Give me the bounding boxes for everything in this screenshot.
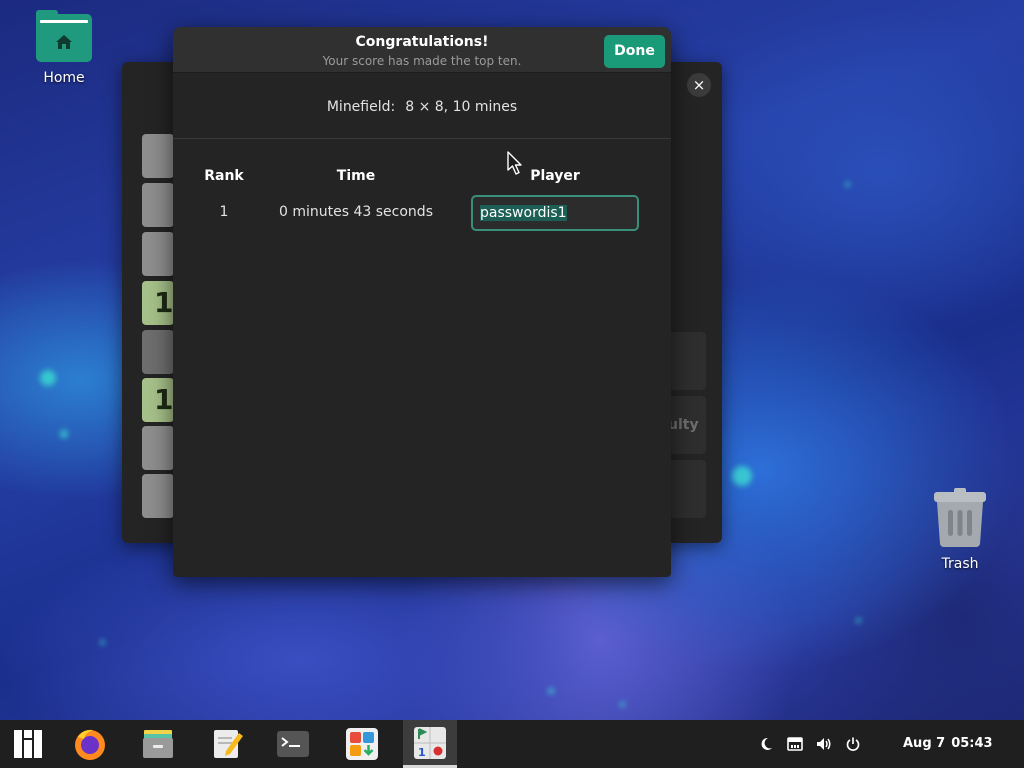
taskbar: 1 Aug 7 05:43: [0, 720, 1024, 768]
mines-difficulty-label: ulty: [668, 417, 699, 433]
terminal-icon: [277, 731, 309, 757]
column-header-rank: Rank: [204, 168, 244, 184]
network-icon[interactable]: [787, 736, 803, 752]
dialog-title: Congratulations!: [355, 34, 489, 50]
clock-time: 05:43: [951, 736, 993, 751]
taskbar-clock[interactable]: Aug 7 05:43: [903, 720, 993, 768]
minefield-value: 8 × 8, 10 mines: [405, 99, 518, 115]
manjaro-menu-icon: [14, 730, 42, 758]
mine-tile[interactable]: [142, 426, 174, 470]
desktop-icon-trash[interactable]: Trash: [915, 488, 1005, 572]
text-editor-icon: [214, 730, 243, 758]
score-time: 0 minutes 43 seconds: [279, 204, 433, 220]
mine-tile[interactable]: [142, 134, 174, 178]
desktop-label-home: Home: [43, 70, 85, 86]
minefield-label: Minefield:: [326, 99, 396, 115]
taskbar-text-editor[interactable]: [200, 720, 254, 768]
taskbar-software[interactable]: [335, 720, 389, 768]
mines-side-button[interactable]: [668, 332, 706, 390]
clock-date: Aug 7: [903, 736, 946, 751]
done-button[interactable]: Done: [604, 35, 665, 68]
mine-tile-flagged[interactable]: [142, 330, 174, 374]
high-scores-dialog: Congratulations! Your score has made the…: [173, 27, 671, 577]
mines-app-icon: 1: [414, 727, 446, 759]
column-header-time: Time: [336, 168, 376, 184]
minefield-info: Minefield: 8 × 8, 10 mines: [173, 99, 671, 115]
mine-tile[interactable]: [142, 232, 174, 276]
trash-icon: [932, 488, 988, 548]
dialog-header: Congratulations! Your score has made the…: [173, 27, 671, 73]
svg-text:1: 1: [418, 746, 426, 759]
desktop-label-trash: Trash: [941, 556, 979, 572]
taskbar-mines[interactable]: 1: [403, 720, 457, 768]
player-name-input[interactable]: passwordis1: [471, 195, 639, 231]
taskbar-app-menu[interactable]: [0, 720, 54, 768]
taskbar-terminal[interactable]: [266, 720, 320, 768]
mouse-pointer-icon: [507, 151, 522, 175]
mine-tile[interactable]: [142, 183, 174, 227]
desktop-icon-home[interactable]: Home: [19, 10, 109, 86]
firefox-icon: [75, 729, 105, 760]
volume-icon[interactable]: [816, 736, 832, 752]
mine-tile-number[interactable]: 1: [142, 281, 174, 325]
divider: [173, 138, 671, 139]
file-manager-icon: [143, 730, 173, 758]
mine-tile[interactable]: [142, 474, 174, 518]
player-name-value: passwordis1: [480, 205, 567, 221]
mines-window-close-button[interactable]: ×: [687, 73, 711, 97]
mine-tile-number[interactable]: 1: [142, 378, 174, 422]
home-folder-icon: [36, 10, 92, 62]
score-rank: 1: [219, 204, 229, 220]
night-light-icon[interactable]: [758, 736, 774, 752]
taskbar-firefox[interactable]: [63, 720, 117, 768]
taskbar-file-manager[interactable]: [131, 720, 185, 768]
power-icon[interactable]: [845, 736, 861, 752]
software-center-icon: [346, 728, 378, 760]
column-header-player: Player: [530, 168, 580, 184]
mines-side-button[interactable]: [668, 460, 706, 518]
dialog-subtitle: Your score has made the top ten.: [322, 54, 522, 68]
